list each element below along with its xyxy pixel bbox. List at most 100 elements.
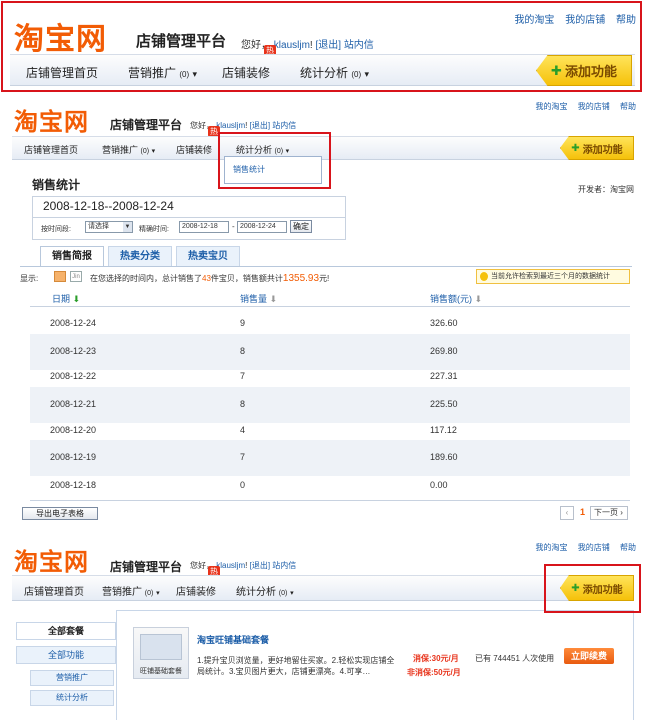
renew-button[interactable]: 立即续费 [564, 648, 614, 664]
summary-count: 43 [202, 274, 211, 283]
price-normal: 非消保:50元/月 [407, 668, 461, 677]
summary-post: 元! [319, 274, 330, 283]
my-shop-link[interactable]: 我的店铺 [578, 102, 610, 111]
taobao-logo[interactable]: 淘宝网 [14, 102, 89, 137]
tab-hot-category[interactable]: 热卖分类 [108, 246, 172, 266]
row-date: 2008-12-21 [50, 399, 97, 409]
col-date-label: 日期 [52, 294, 71, 304]
divider [33, 217, 345, 218]
tab-underline [20, 266, 632, 267]
row-amount: 269.80 [430, 346, 458, 356]
developer-label: 开发者：淘宝网 [578, 185, 634, 194]
date-filter-panel: 2008-12-18--2008-12-24 按时间段: 请选择 ▼ 精确时间:… [32, 196, 346, 240]
my-taobao-link[interactable]: 我的淘宝 [536, 543, 568, 552]
row-qty: 7 [240, 452, 246, 462]
sidebar-all-features[interactable]: 全部功能 [16, 646, 116, 664]
current-page[interactable]: 1 [580, 507, 585, 517]
col-qty[interactable]: 销售量 ⬇ [240, 292, 277, 305]
tab-hot-items[interactable]: 热卖宝贝 [176, 246, 240, 266]
top-links: 我的淘宝 我的店铺 帮助 [528, 542, 636, 553]
sidebar-statistics[interactable]: 统计分析 [30, 690, 114, 706]
summary-pre: 在您选择的时间内，总计销售了 [90, 274, 202, 283]
row-qty: 8 [240, 346, 246, 356]
summary-mid: 件宝贝，销售额共计 [210, 274, 283, 283]
nav-stats-count: (0) [278, 590, 288, 597]
help-link[interactable]: 帮助 [620, 102, 636, 111]
confirm-button[interactable]: 确定 [290, 220, 312, 233]
chevron-down-icon: ▾ [290, 590, 294, 597]
add-feature-button[interactable]: ✚ 添加功能 [560, 136, 634, 160]
highlight-box-add-feature [544, 564, 641, 613]
usage-count: 已有 744451 人次使用 [475, 654, 555, 663]
package-panel: 旺铺基础套餐 淘宝旺铺基础套餐 1.提升宝贝浏览量，更好地留住买家。2.轻松实现… [116, 610, 634, 720]
thumbnail-preview [140, 634, 182, 660]
period-select[interactable]: 请选择 ▼ [85, 221, 133, 233]
username-link[interactable]: klausljm [216, 121, 245, 130]
next-page-label: 下一页 [594, 508, 618, 517]
nav-marketing[interactable]: 营销推广 (0) ▾ [102, 143, 155, 156]
col-amount-label: 销售额(元) [430, 294, 472, 304]
row-amount: 227.31 [430, 371, 458, 381]
package-thumbnail[interactable]: 旺铺基础套餐 [133, 627, 189, 679]
highlight-box-header [1, 1, 642, 92]
my-taobao-link[interactable]: 我的淘宝 [536, 102, 568, 111]
row-qty: 0 [240, 480, 246, 490]
nav-marketing-count: (0) [144, 590, 154, 597]
tab-sales-brief[interactable]: 销售简报 [40, 246, 104, 266]
help-link[interactable]: 帮助 [620, 543, 636, 552]
logout-link[interactable]: [退出] [250, 561, 270, 570]
inbox-link[interactable]: 站内信 [272, 561, 296, 570]
main-nav: 店铺管理首页 营销推广 (0) ▾ 店铺装修 统计分析 (0) ▾ [12, 575, 634, 601]
package-title[interactable]: 淘宝旺铺基础套餐 [197, 633, 269, 646]
row-date: 2008-12-19 [50, 452, 97, 462]
username-link[interactable]: klausljm [216, 561, 245, 570]
sidebar-all-packages[interactable]: 全部套餐 [16, 622, 116, 640]
package-description: 1.提升宝贝浏览量，更好地留住买家。2.轻松实现店铺全局统计。3.宝贝图片更大，… [197, 656, 395, 676]
sidebar-marketing[interactable]: 营销推广 [30, 670, 114, 686]
col-qty-label: 销售量 [240, 294, 268, 304]
row-amount: 0.00 [430, 480, 448, 490]
nav-marketing[interactable]: 营销推广 (0) ▾ [102, 583, 160, 598]
date-separator: - [232, 222, 235, 231]
nav-marketing-count: (0) [140, 148, 150, 155]
next-page-button[interactable]: 下一页 › [590, 506, 628, 520]
select-arrow-icon: ▼ [123, 222, 132, 232]
nav-marketing-label: 营销推广 [102, 145, 139, 155]
nav-marketing-label: 营销推广 [102, 587, 142, 598]
prev-page-button[interactable]: ‹ [560, 506, 574, 520]
nav-decoration[interactable]: 店铺装修 [176, 143, 212, 156]
taobao-logo[interactable]: 淘宝网 [14, 542, 89, 577]
col-amount[interactable]: 销售额(元) ⬇ [430, 292, 482, 305]
chevron-down-icon: ▾ [156, 590, 160, 597]
row-qty: 4 [240, 425, 246, 435]
highlight-box-dropdown [218, 132, 331, 189]
summary-bar: 显示: Jin 在您选择的时间内，总计销售了43件宝贝，销售额共计1355.93… [20, 269, 632, 286]
nav-stats-label: 统计分析 [236, 587, 276, 598]
table-view-icon[interactable]: Jin [70, 271, 82, 282]
row-amount: 189.60 [430, 452, 458, 462]
sort-icon: ⬇ [269, 294, 278, 304]
nav-decoration[interactable]: 店铺装修 [176, 583, 216, 598]
col-date[interactable]: 日期 ⬇ [52, 292, 80, 305]
logout-link[interactable]: [退出] [250, 121, 270, 130]
row-qty: 9 [240, 318, 246, 328]
platform-title: 店铺管理平台 [110, 118, 183, 132]
date-from-input[interactable]: 2008-12-18 [179, 221, 229, 233]
date-range-heading: 2008-12-18--2008-12-24 [43, 199, 174, 213]
nav-home[interactable]: 店铺管理首页 [24, 583, 84, 598]
notice-text: 当前允许检索到最近三个月的数据统计 [491, 273, 610, 280]
my-shop-link[interactable]: 我的店铺 [578, 543, 610, 552]
chart-view-icon[interactable] [54, 271, 66, 282]
inbox-link[interactable]: 站内信 [272, 121, 296, 130]
pagination: ‹ 1 下一页 › [560, 506, 630, 522]
top-links: 我的淘宝 我的店铺 帮助 [528, 101, 636, 112]
row-date: 2008-12-24 [50, 318, 97, 328]
greeting: 您好， klausljm! [退出] 站内信 [190, 120, 296, 131]
date-to-input[interactable]: 2008-12-24 [237, 221, 287, 233]
summary-amount: 1355.93 [282, 273, 320, 284]
nav-stats[interactable]: 统计分析 (0) ▾ [236, 583, 294, 598]
row-date: 2008-12-18 [50, 480, 97, 490]
nav-home[interactable]: 店铺管理首页 [24, 143, 78, 156]
export-spreadsheet-button[interactable]: 导出电子表格 [22, 507, 98, 520]
row-amount: 225.50 [430, 399, 458, 409]
